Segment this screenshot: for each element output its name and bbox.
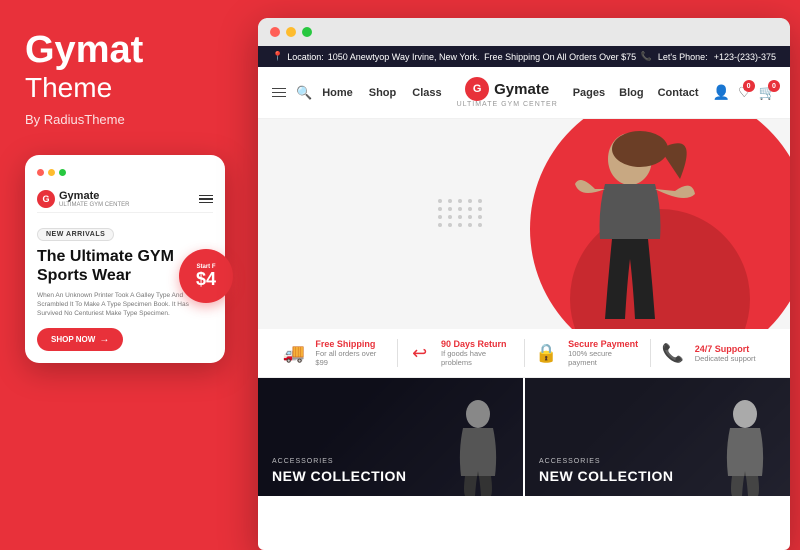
topbar-shipping: Free Shipping On All Orders Over $75: [484, 52, 636, 62]
mobile-hamburger-button[interactable]: [199, 195, 213, 204]
product-card-2[interactable]: ACCESSORIES NEW COLLECTION: [525, 378, 790, 496]
nav-right: Pages Blog Contact 👤 ♡ 0 🛒 0: [573, 84, 776, 101]
products-row: ACCESSORIES NEW COLLECTION ACCESSORIES N…: [258, 378, 790, 496]
location-address: 1050 Anewtyop Way Irvine, New York.: [328, 52, 480, 62]
site-topbar: 📍 Location: 1050 Anewtyop Way Irvine, Ne…: [258, 46, 790, 67]
nav-left: 🔍 Home Shop Class: [272, 85, 442, 101]
search-icon[interactable]: 🔍: [296, 85, 312, 101]
browser-titlebar: [258, 18, 790, 46]
product-person-1: [443, 396, 513, 496]
support-title: 24/7 Support: [695, 344, 756, 354]
nav-links-left: Home Shop Class: [322, 87, 441, 99]
feature-free-shipping: 🚚 Free Shipping For all orders over $99: [272, 339, 398, 367]
feature-secure-payment: 🔒 Secure Payment 100% secure payment: [525, 339, 651, 367]
topbar-location: 📍 Location: 1050 Anewtyop Way Irvine, Ne…: [272, 51, 480, 62]
mobile-logo-text: Gymate ULTIMATE GYM CENTER: [59, 190, 129, 208]
secure-title: Secure Payment: [568, 339, 642, 349]
nav-pages-link[interactable]: Pages: [573, 87, 605, 99]
nav-home-link[interactable]: Home: [322, 87, 353, 99]
nav-contact-link[interactable]: Contact: [658, 87, 699, 99]
mobile-dot-yellow: [48, 169, 55, 176]
mobile-logo: G Gymate ULTIMATE GYM CENTER: [37, 190, 129, 208]
shipping-icon: 🚚: [280, 339, 307, 367]
nav-class-link[interactable]: Class: [412, 87, 441, 99]
brand-by: By RadiusTheme: [25, 112, 223, 127]
account-icon[interactable]: 👤: [713, 84, 730, 101]
browser-dot-maximize[interactable]: [302, 27, 312, 37]
nav-icons: 👤 ♡ 0 🛒 0: [713, 84, 776, 101]
phone-icon: 📞: [641, 51, 652, 62]
hero-dot-grid: [438, 199, 484, 227]
cart-badge: 0: [768, 80, 780, 92]
secure-icon: 🔒: [533, 339, 561, 367]
secure-desc: 100% secure payment: [568, 349, 642, 367]
mobile-window-dots: [37, 169, 213, 176]
location-label: Location:: [287, 52, 324, 62]
browser-dot-close[interactable]: [270, 27, 280, 37]
product-2-title: NEW COLLECTION: [539, 468, 674, 484]
phone-label: Let's Phone:: [658, 52, 708, 62]
topbar-phone: 📞 Let's Phone: +123-(233)-375: [641, 51, 776, 62]
site-nav: 🔍 Home Shop Class G Gymate ULTIMATE GYM …: [258, 67, 790, 119]
cart-icon[interactable]: 🛒 0: [759, 84, 776, 101]
hero-section: [258, 119, 790, 329]
mobile-logo-icon: G: [37, 190, 55, 208]
mobile-new-arrivals-badge: NEW ARRIVALS: [37, 228, 114, 241]
mobile-dot-red: [37, 169, 44, 176]
nav-logo-icon: G: [465, 77, 489, 101]
mobile-mockup: G Gymate ULTIMATE GYM CENTER NEW ARRIVAL…: [25, 155, 225, 364]
nav-blog-link[interactable]: Blog: [619, 87, 643, 99]
product-2-category: ACCESSORIES: [539, 458, 674, 465]
wishlist-badge: 0: [743, 80, 755, 92]
features-bar: 🚚 Free Shipping For all orders over $99 …: [258, 329, 790, 378]
support-desc: Dedicated support: [695, 354, 756, 363]
returns-desc: If goods have problems: [441, 349, 516, 367]
phone-number: +123-(233)-375: [714, 52, 776, 62]
feature-support: 📞 24/7 Support Dedicated support: [651, 339, 776, 367]
nav-logo-subtitle: ULTIMATE GYM CENTER: [457, 101, 558, 108]
support-icon: 📞: [659, 339, 687, 367]
nav-shop-link[interactable]: Shop: [369, 87, 397, 99]
mobile-dot-green: [59, 169, 66, 176]
mobile-shop-now-button[interactable]: SHOP NOW: [37, 328, 123, 351]
brand-name: Gymat: [25, 30, 223, 72]
brand-tagline: Theme: [25, 72, 223, 104]
product-card-1[interactable]: ACCESSORIES NEW COLLECTION: [258, 378, 523, 496]
left-panel: Gymat Theme By RadiusTheme G Gymate ULTI…: [0, 0, 248, 550]
product-1-title: NEW COLLECTION: [272, 468, 407, 484]
product-person-2: [710, 396, 780, 496]
returns-title: 90 Days Return: [441, 339, 516, 349]
shipping-desc: For all orders over $99: [315, 349, 389, 367]
hero-woman-figure: [530, 119, 730, 329]
browser-dot-minimize[interactable]: [286, 27, 296, 37]
returns-icon: ↩: [406, 339, 433, 367]
nav-logo: G Gymate ULTIMATE GYM CENTER: [457, 77, 558, 108]
nav-links-right: Pages Blog Contact: [573, 87, 699, 99]
nav-hamburger-button[interactable]: [272, 88, 286, 98]
mobile-header: G Gymate ULTIMATE GYM CENTER: [37, 186, 213, 213]
feature-returns: ↩ 90 Days Return If goods have problems: [398, 339, 524, 367]
nav-logo-text: Gymate: [494, 81, 549, 98]
location-pin-icon: 📍: [272, 51, 283, 62]
product-1-category: ACCESSORIES: [272, 458, 407, 465]
shipping-title: Free Shipping: [315, 339, 389, 349]
browser-window: 📍 Location: 1050 Anewtyop Way Irvine, Ne…: [258, 18, 790, 550]
wishlist-icon[interactable]: ♡ 0: [738, 84, 751, 101]
mobile-promo-badge: Start F $4: [179, 249, 233, 303]
